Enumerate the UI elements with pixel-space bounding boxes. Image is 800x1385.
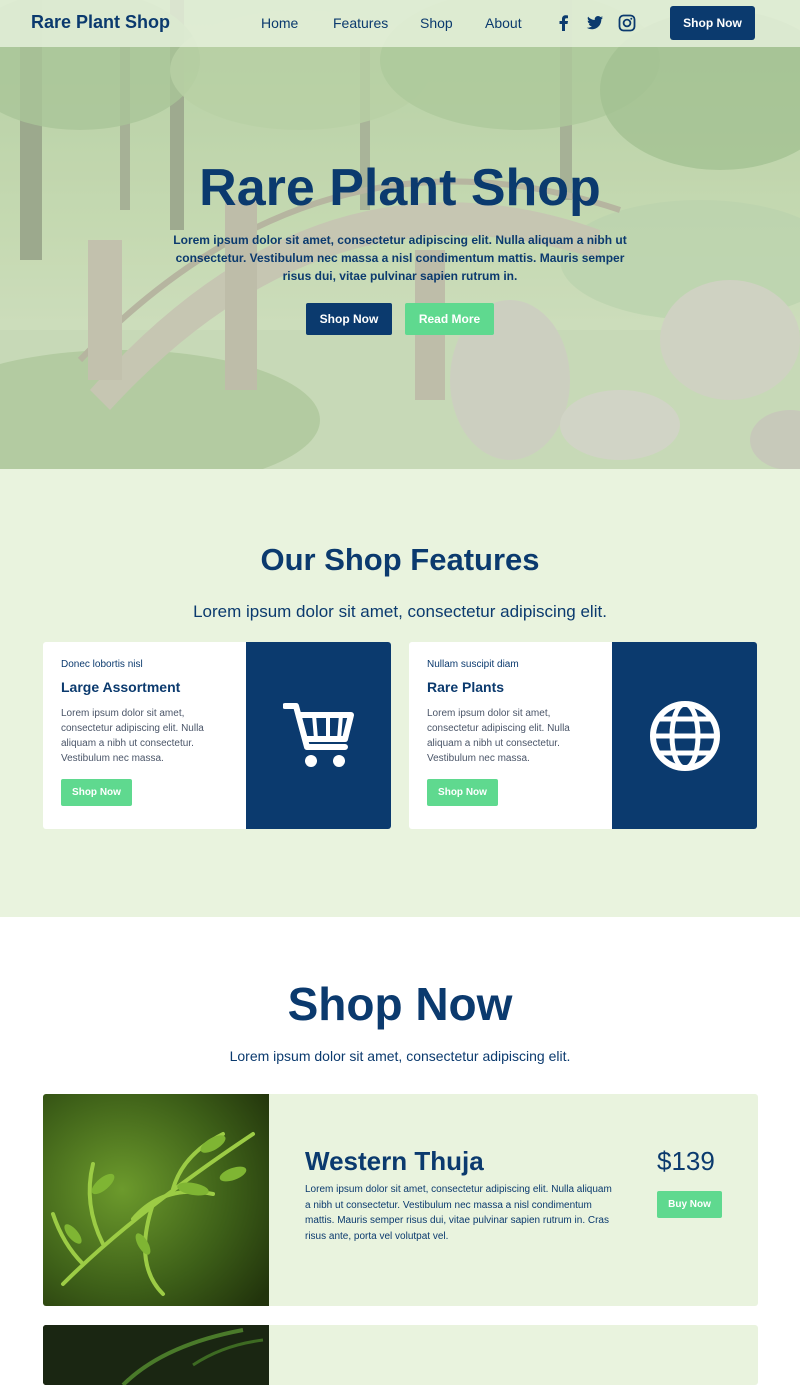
hero-section: Rare Plant Shop Lorem ipsum dolor sit am… xyxy=(0,0,800,469)
brand-logo[interactable]: Rare Plant Shop xyxy=(31,12,170,33)
feature-card-shop-now-button[interactable]: Shop Now xyxy=(427,779,498,806)
buy-now-button[interactable]: Buy Now xyxy=(657,1191,722,1218)
hero-title: Rare Plant Shop xyxy=(199,159,601,217)
product-description: Lorem ipsum dolor sit amet, consectetur … xyxy=(305,1184,612,1242)
product-card-partial xyxy=(43,1325,758,1385)
hero-shop-now-button[interactable]: Shop Now xyxy=(306,303,392,335)
product-name: Western Thuja xyxy=(305,1146,484,1176)
facebook-icon[interactable] xyxy=(554,13,574,33)
feature-card-body: Lorem ipsum dolor sit amet, consectetur … xyxy=(61,708,204,764)
shop-subtitle: Lorem ipsum dolor sit amet, consectetur … xyxy=(229,1048,571,1064)
product-card-western-thuja: Western Thuja Lorem ipsum dolor sit amet… xyxy=(43,1094,758,1306)
feature-card-body: Lorem ipsum dolor sit amet, consectetur … xyxy=(427,708,570,764)
nav-link-features[interactable]: Features xyxy=(333,15,388,31)
feature-card-large-assortment: Donec lobortis nisl Large Assortment Lor… xyxy=(43,642,391,829)
feature-card-shop-now-button[interactable]: Shop Now xyxy=(61,779,132,806)
hero-read-more-button[interactable]: Read More xyxy=(405,303,494,335)
features-subtitle: Lorem ipsum dolor sit amet, consectetur … xyxy=(193,602,607,621)
globe-icon xyxy=(649,700,720,771)
hero-description: Lorem ipsum dolor sit amet, consectetur … xyxy=(173,233,627,283)
product-image[interactable] xyxy=(43,1325,269,1385)
feature-card-title: Rare Plants xyxy=(427,679,505,695)
product-price: $139 xyxy=(657,1146,715,1176)
product-image[interactable] xyxy=(43,1094,269,1306)
feature-card-title: Large Assortment xyxy=(61,679,181,695)
feature-card-rare-plants: Nullam suscipit diam Rare Plants Lorem i… xyxy=(409,642,757,829)
top-navigation: Rare Plant Shop Home Features Shop About… xyxy=(0,0,800,47)
features-title: Our Shop Features xyxy=(260,542,540,577)
nav-shop-now-button[interactable]: Shop Now xyxy=(670,6,755,40)
nav-link-shop[interactable]: Shop xyxy=(420,15,453,31)
nav-link-home[interactable]: Home xyxy=(261,15,298,31)
feature-card-icon-panel xyxy=(246,642,391,829)
feature-card-kicker: Donec lobortis nisl xyxy=(61,659,143,670)
nav-link-about[interactable]: About xyxy=(485,15,522,31)
feature-card-icon-panel xyxy=(612,642,757,829)
cart-icon xyxy=(282,702,354,767)
features-section: Our Shop Features Lorem ipsum dolor sit … xyxy=(0,469,800,917)
shop-title: Shop Now xyxy=(287,978,513,1030)
feature-card-kicker: Nullam suscipit diam xyxy=(427,659,519,670)
twitter-icon[interactable] xyxy=(585,13,605,33)
shop-section: Shop Now Lorem ipsum dolor sit amet, con… xyxy=(0,917,800,1385)
instagram-icon[interactable] xyxy=(617,13,637,33)
